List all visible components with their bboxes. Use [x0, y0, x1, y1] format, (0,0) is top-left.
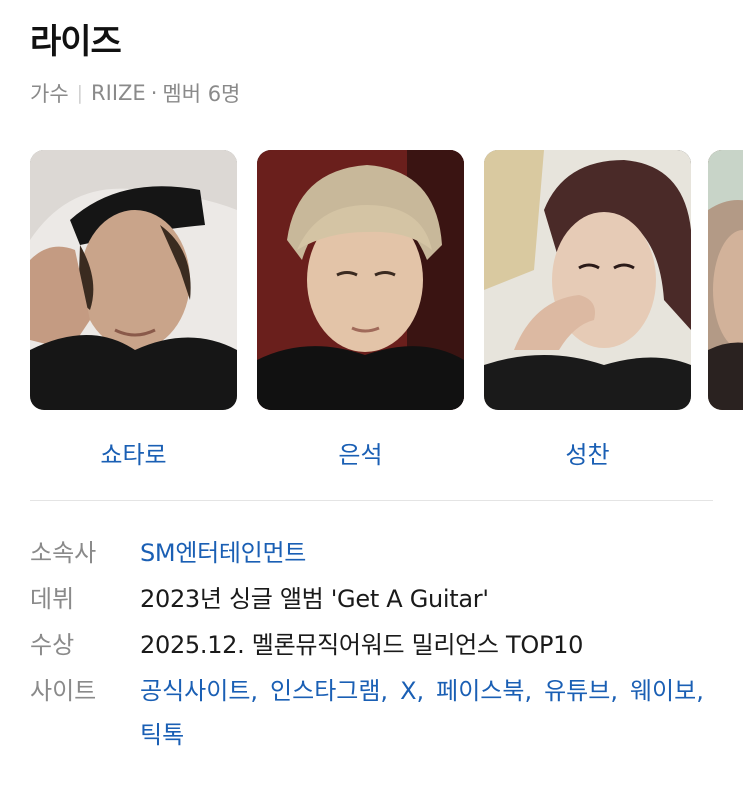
award-value: 2025.12. 멜론뮤직어워드 밀리언스 TOP10	[140, 631, 584, 659]
site-link-x[interactable]: X,	[400, 669, 424, 713]
site-link-official[interactable]: 공식사이트,	[140, 669, 258, 713]
member-name-sungchan[interactable]: 성찬	[484, 435, 691, 470]
member-photo[interactable]	[484, 150, 691, 410]
info-row-debut: 데뷔 2023년 싱글 앨범 'Get A Guitar'	[30, 582, 720, 616]
member-name-eunseok[interactable]: 은석	[257, 435, 464, 470]
separator: |	[76, 82, 84, 104]
member-card-sungchan[interactable]: 성찬	[484, 150, 691, 470]
info-label-agency: 소속사	[30, 539, 97, 567]
member-name-shotaro[interactable]: 쇼타로	[30, 435, 237, 470]
member-card-eunseok[interactable]: 은석	[257, 150, 464, 470]
site-link-instagram[interactable]: 인스타그램,	[270, 669, 388, 713]
agency-link[interactable]: SM엔터테인먼트	[140, 536, 306, 570]
member-photo[interactable]	[30, 150, 237, 410]
info-label-debut: 데뷔	[30, 585, 75, 613]
info-label-sites: 사이트	[30, 677, 97, 705]
group-name: RIIZE	[91, 81, 146, 105]
dot-separator: ·	[150, 81, 158, 105]
site-link-tiktok[interactable]: 틱톡	[140, 713, 184, 757]
info-row-sites: 사이트 공식사이트, 인스타그램, X, 페이스북, 유튜브, 웨이보, 틱톡	[30, 674, 720, 757]
info-label-award: 수상	[30, 631, 75, 659]
info-row-agency: 소속사 SM엔터테인먼트	[30, 536, 720, 570]
site-link-youtube[interactable]: 유튜브,	[544, 669, 618, 713]
site-link-weibo[interactable]: 웨이보,	[630, 669, 704, 713]
site-link-facebook[interactable]: 페이스북,	[436, 669, 532, 713]
section-divider	[30, 500, 713, 501]
debut-value: 2023년 싱글 앨범 'Get A Guitar'	[140, 585, 489, 613]
member-photo[interactable]	[257, 150, 464, 410]
member-photo-partial[interactable]	[708, 150, 743, 410]
member-card-shotaro[interactable]: 쇼타로	[30, 150, 237, 470]
member-count: 멤버 6명	[162, 82, 241, 106]
artist-title: 라이즈	[30, 22, 122, 62]
artist-subtitle: 가수 | RIIZE · 멤버 6명	[30, 78, 240, 108]
artist-info: 소속사 SM엔터테인먼트 데뷔 2023년 싱글 앨범 'Get A Guita…	[30, 536, 720, 769]
info-row-award: 수상 2025.12. 멜론뮤직어워드 밀리언스 TOP10	[30, 628, 720, 662]
member-carousel[interactable]: 쇼타로 은석 성찬	[0, 150, 743, 480]
category-label: 가수	[30, 82, 69, 106]
site-links: 공식사이트, 인스타그램, X, 페이스북, 유튜브, 웨이보, 틱톡	[140, 669, 720, 757]
